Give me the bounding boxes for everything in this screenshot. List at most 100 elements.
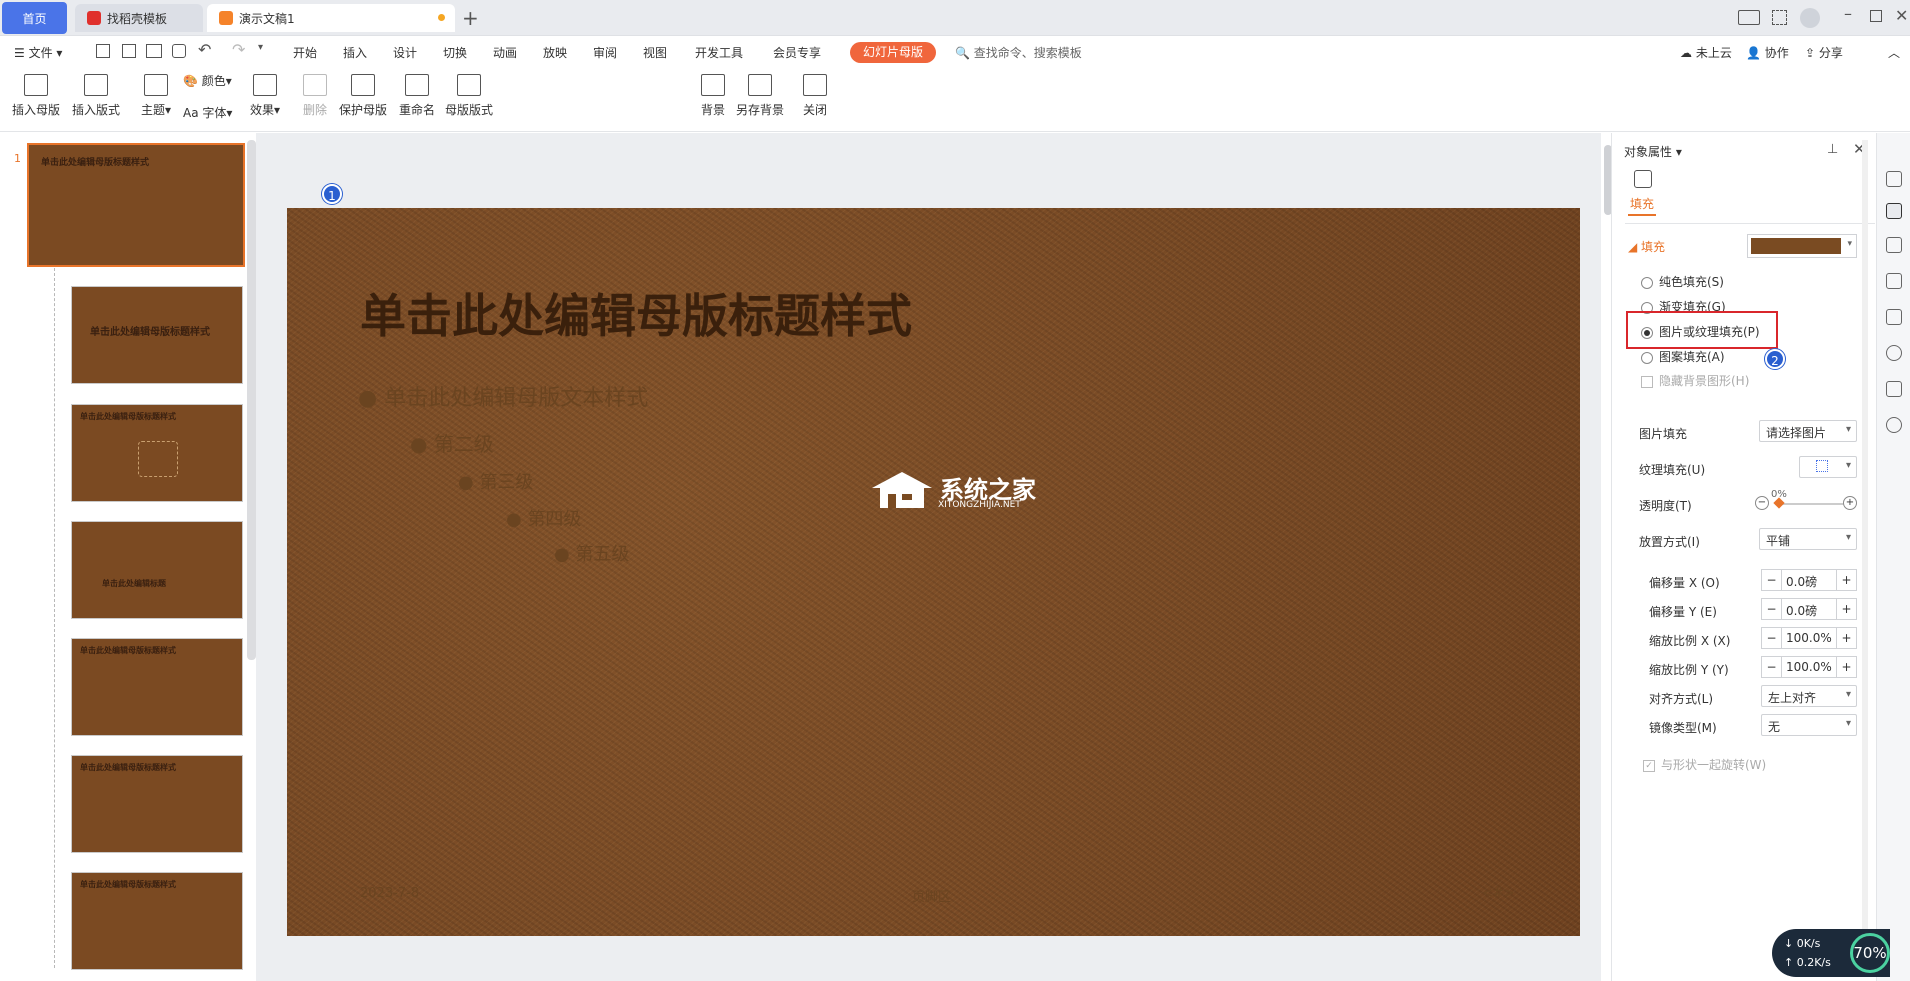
offset-y-stepper[interactable]: −0.0磅 +: [1761, 598, 1857, 620]
menu-insert[interactable]: 插入: [343, 44, 367, 61]
slide-number-placeholder[interactable]: <#>: [1482, 886, 1515, 901]
hide-background-checkbox[interactable]: 隐藏背景图形(H): [1641, 372, 1749, 389]
pin-icon[interactable]: ⊥: [1827, 142, 1838, 157]
background-button[interactable]: 背景: [698, 72, 728, 118]
align-select[interactable]: 左上对齐: [1761, 685, 1857, 707]
insert-master-button[interactable]: 插入母版: [10, 72, 62, 118]
menu-transition[interactable]: 切换: [443, 44, 467, 61]
layout-thumbnail[interactable]: 单击此处编辑母版标题样式: [71, 638, 243, 736]
fill-preview-select[interactable]: ▾: [1747, 234, 1857, 258]
menu-slideshow[interactable]: 放映: [543, 44, 567, 61]
star-icon[interactable]: [1886, 237, 1902, 253]
texture-fill-select[interactable]: [1799, 456, 1857, 478]
print-icon[interactable]: [146, 44, 162, 58]
scale-y-stepper[interactable]: −100.0% +: [1761, 656, 1857, 678]
placement-select[interactable]: 平铺: [1759, 528, 1857, 550]
footer-placeholder[interactable]: 页脚区: [912, 886, 951, 905]
master-layout-button[interactable]: 母版版式: [443, 72, 495, 118]
menu-design[interactable]: 设计: [393, 44, 417, 61]
plus-icon[interactable]: +: [1836, 570, 1856, 590]
slide-title-placeholder[interactable]: 单击此处编辑母版标题样式: [360, 280, 912, 346]
scale-y-value[interactable]: 100.0%: [1786, 660, 1832, 674]
restore-icon[interactable]: [1870, 10, 1882, 22]
network-widget[interactable]: ↓ 0K/s ↑ 0.2K/s 70%: [1772, 929, 1890, 977]
image-icon[interactable]: [1886, 309, 1902, 325]
font-button[interactable]: Aa 字体▾: [183, 104, 245, 121]
share-button[interactable]: ⇪ 分享: [1805, 44, 1843, 61]
grid-icon[interactable]: [1772, 10, 1787, 25]
theme-button[interactable]: 主题▾: [138, 72, 174, 118]
effect-button[interactable]: 效果▾: [247, 72, 283, 118]
thumbnail-scrollbar[interactable]: [247, 140, 256, 660]
master-thumbnail[interactable]: 单击此处编辑母版标题样式: [27, 143, 245, 267]
panel-header[interactable]: 对象属性 ▾: [1624, 143, 1682, 160]
file-menu[interactable]: ☰ 文件 ▾: [14, 44, 62, 61]
layout-thumbnail[interactable]: 单击此处编辑母版标题样式: [71, 755, 243, 853]
picture-fill-select[interactable]: 请选择图片: [1759, 420, 1857, 442]
decrease-transparency-icon[interactable]: −: [1755, 496, 1769, 510]
close-master-button[interactable]: 关闭: [800, 72, 830, 118]
mirror-select[interactable]: 无: [1761, 714, 1857, 736]
location-icon[interactable]: [1886, 345, 1902, 361]
quick-access-more-icon[interactable]: ▾: [258, 42, 263, 53]
help-icon[interactable]: [1886, 417, 1902, 433]
scale-x-stepper[interactable]: −100.0% +: [1761, 627, 1857, 649]
delete-button[interactable]: 删除: [300, 72, 330, 118]
color-button[interactable]: 🎨 颜色▾: [183, 72, 239, 89]
minus-icon[interactable]: −: [1762, 599, 1782, 619]
increase-transparency-icon[interactable]: +: [1843, 496, 1857, 510]
collapse-ribbon-icon[interactable]: ︿: [1888, 44, 1900, 61]
fill-bucket-icon[interactable]: [1634, 170, 1652, 188]
fill-section-header[interactable]: ◢ 填充: [1628, 238, 1665, 255]
scale-x-value[interactable]: 100.0%: [1786, 631, 1832, 645]
offset-x-stepper[interactable]: −0.0磅 +: [1761, 569, 1857, 591]
slides-icon[interactable]: [1886, 273, 1902, 289]
radio-pattern-fill[interactable]: 图案填充(A): [1641, 348, 1725, 365]
export-icon[interactable]: [122, 44, 136, 58]
property-settings-icon[interactable]: [1886, 203, 1902, 219]
date-placeholder[interactable]: 2023-7-8: [360, 886, 419, 901]
new-tab-button[interactable]: +: [462, 6, 479, 30]
rotate-with-shape-checkbox[interactable]: ✓ 与形状一起旋转(W): [1643, 756, 1766, 773]
menu-developer[interactable]: 开发工具: [695, 44, 743, 61]
rocket-icon[interactable]: [1886, 171, 1902, 187]
protect-master-button[interactable]: 保护母版: [337, 72, 389, 118]
minus-icon[interactable]: −: [1762, 628, 1782, 648]
radio-solid-fill[interactable]: 纯色填充(S): [1641, 273, 1724, 290]
tab-slide-master[interactable]: 幻灯片母版: [850, 42, 936, 63]
insert-layout-button[interactable]: 插入版式: [70, 72, 122, 118]
offset-x-value[interactable]: 0.0磅: [1786, 573, 1817, 590]
search-box[interactable]: 🔍 查找命令、搜索模板: [955, 44, 1082, 61]
undo-icon[interactable]: ↶: [198, 40, 211, 59]
panel-scrollbar[interactable]: [1862, 140, 1868, 930]
plus-icon[interactable]: +: [1836, 657, 1856, 677]
rename-button[interactable]: 重命名: [396, 72, 438, 118]
offset-y-value[interactable]: 0.0磅: [1786, 602, 1817, 619]
plus-icon[interactable]: +: [1836, 599, 1856, 619]
layout-thumbnail[interactable]: 单击此处编辑母版标题样式: [71, 872, 243, 970]
book-icon[interactable]: [1886, 381, 1902, 397]
layout-thumbnail[interactable]: 单击此处编辑母版标题样式: [71, 286, 243, 384]
layout-thumbnail[interactable]: 单击此处编辑标题: [71, 521, 243, 619]
layout-icon[interactable]: [1738, 10, 1760, 25]
avatar[interactable]: [1800, 8, 1820, 28]
menu-animation[interactable]: 动画: [493, 44, 517, 61]
tab-fill[interactable]: 填充: [1630, 195, 1654, 212]
preview-icon[interactable]: [172, 44, 186, 58]
minus-icon[interactable]: −: [1762, 570, 1782, 590]
cloud-status[interactable]: ☁ 未上云: [1680, 44, 1732, 61]
redo-icon[interactable]: ↷: [232, 40, 245, 59]
close-window-icon[interactable]: ✕: [1895, 6, 1908, 25]
minus-icon[interactable]: −: [1762, 657, 1782, 677]
plus-icon[interactable]: +: [1836, 628, 1856, 648]
menu-view[interactable]: 视图: [643, 44, 667, 61]
collab-button[interactable]: 👤 协作: [1746, 44, 1789, 61]
save-icon[interactable]: [96, 44, 110, 58]
layout-thumbnail[interactable]: 单击此处编辑母版标题样式: [71, 404, 243, 502]
menu-start[interactable]: 开始: [293, 44, 317, 61]
menu-member[interactable]: 会员专享: [773, 44, 821, 61]
tab-presentation[interactable]: 演示文稿1: [207, 4, 455, 32]
minimize-icon[interactable]: –: [1844, 4, 1852, 23]
menu-review[interactable]: 审阅: [593, 44, 617, 61]
tab-docer-templates[interactable]: 找稻壳模板: [75, 4, 203, 32]
